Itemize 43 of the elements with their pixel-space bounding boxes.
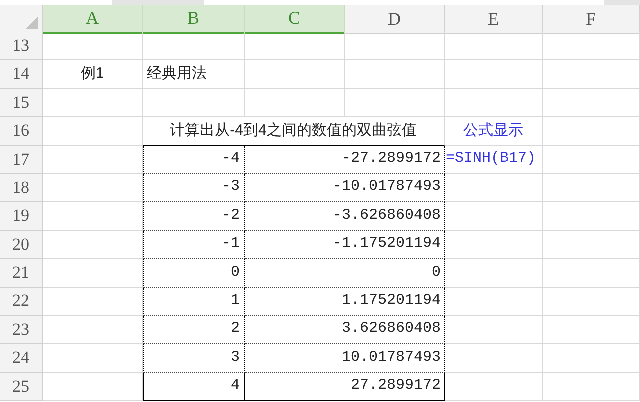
row-header[interactable]: 13 bbox=[0, 32, 43, 60]
row-header[interactable]: 22 bbox=[0, 288, 43, 316]
table-cell: 0 bbox=[245, 259, 445, 288]
table-cell: -27.2899172 bbox=[245, 146, 445, 174]
table-cell: -3.626860408 bbox=[245, 202, 445, 231]
table-cell: 1 bbox=[143, 288, 245, 316]
table-cell: -3 bbox=[143, 174, 245, 202]
row-header[interactable]: 23 bbox=[0, 316, 43, 344]
column-header[interactable]: D bbox=[345, 5, 445, 34]
table-cell: -1 bbox=[143, 230, 245, 260]
table-cell: 1.175201194 bbox=[245, 288, 445, 316]
column-header[interactable]: B bbox=[143, 5, 245, 34]
row-header[interactable]: 20 bbox=[0, 230, 43, 260]
table-cell: =SINH(B17) bbox=[445, 146, 543, 174]
table-cell: 10.01787493 bbox=[245, 344, 445, 373]
table-cell: 经典用法 bbox=[143, 60, 245, 89]
row-header[interactable]: 15 bbox=[0, 88, 43, 118]
row-header[interactable]: 16 bbox=[0, 117, 43, 146]
table-cell: -2 bbox=[143, 202, 245, 231]
table-cell: -4 bbox=[143, 146, 245, 174]
table-cell: 3.626860408 bbox=[245, 316, 445, 344]
row-header[interactable]: 17 bbox=[0, 146, 43, 174]
table-cell: -1.175201194 bbox=[245, 230, 445, 260]
table-cell: 0 bbox=[143, 259, 245, 288]
table-cell: 公式显示 bbox=[445, 117, 543, 146]
row-header[interactable]: 21 bbox=[0, 259, 43, 288]
table-cell: 2 bbox=[143, 316, 245, 344]
column-header[interactable]: E bbox=[445, 5, 543, 34]
column-header[interactable]: C bbox=[245, 5, 345, 34]
row-header[interactable]: 19 bbox=[0, 202, 43, 231]
table-cell: 例1 bbox=[43, 60, 143, 89]
select-all-icon[interactable] bbox=[26, 17, 38, 29]
column-header[interactable]: A bbox=[43, 5, 143, 34]
column-header[interactable]: F bbox=[543, 5, 640, 34]
row-header[interactable]: 24 bbox=[0, 344, 43, 373]
row-header[interactable]: 25 bbox=[0, 372, 43, 402]
table-cell: -10.01787493 bbox=[245, 174, 445, 202]
row-header[interactable]: 14 bbox=[0, 60, 43, 89]
table-cell: 3 bbox=[143, 344, 245, 373]
row-header[interactable]: 18 bbox=[0, 174, 43, 202]
table-caption: 计算出从-4到4之间的数值的双曲弦值 bbox=[143, 117, 445, 146]
table-cell: 27.2899172 bbox=[245, 372, 445, 402]
table-cell: 4 bbox=[143, 372, 245, 402]
